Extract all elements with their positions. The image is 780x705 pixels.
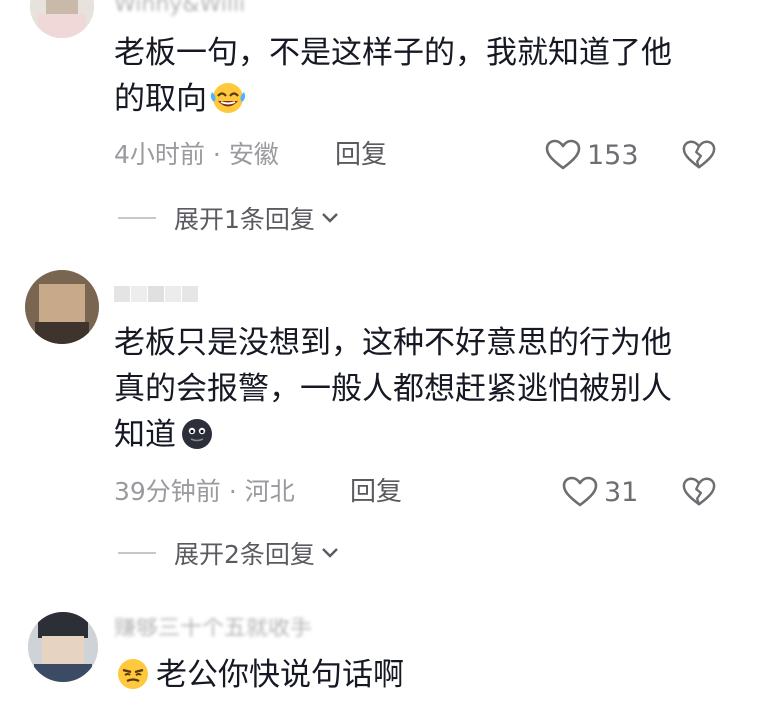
reply-button[interactable]: 回复 xyxy=(350,477,402,507)
heart-outline-icon xyxy=(545,139,581,170)
comment-line: 老板只是没想到，这种不好意思的行为他 xyxy=(114,325,672,361)
username[interactable] xyxy=(114,286,199,302)
reply-button[interactable]: 回复 xyxy=(335,140,387,170)
comment-time: 4小时前 xyxy=(114,140,205,169)
expand-replies-label: 展开2条回复 xyxy=(174,540,315,569)
like-count: 31 xyxy=(604,476,639,508)
comment-line: 的取向 xyxy=(114,76,714,122)
avatar[interactable] xyxy=(28,612,98,682)
like-button[interactable]: 31 xyxy=(562,475,638,509)
divider-line xyxy=(118,552,156,554)
comment-line: 老公你快说句话啊 xyxy=(114,652,714,698)
comment-line: 知道 xyxy=(114,412,714,458)
like-count: 153 xyxy=(587,139,639,171)
laughing-crying-emoji xyxy=(210,83,246,113)
username[interactable]: 赚够三十个五就收手 xyxy=(114,618,312,640)
comment-line: 真的会报警，一般人都想赶紧逃怕被别人 xyxy=(114,371,672,407)
heart-outline-icon xyxy=(562,476,598,507)
separator-dot: · xyxy=(212,140,221,169)
comment-meta: 39分钟前 · 河北 xyxy=(114,477,295,507)
chevron-down-icon xyxy=(322,548,338,558)
black-face-emoji xyxy=(182,419,212,449)
separator-dot: · xyxy=(228,477,237,506)
comment-text: 老板只是没想到，这种不好意思的行为他 真的会报警，一般人都想赶紧逃怕被别人 知道 xyxy=(114,320,714,458)
comment-line: 老板一句，不是这样子的，我就知道了他 xyxy=(114,35,672,71)
avatar[interactable] xyxy=(30,0,94,38)
comment-meta: 4小时前 · 安徽 xyxy=(114,140,279,170)
smirk-emoji xyxy=(118,659,148,689)
expand-replies-button[interactable]: 展开1条回复 xyxy=(118,203,339,234)
comment-time: 39分钟前 xyxy=(114,477,221,506)
comment-location: 河北 xyxy=(244,477,295,506)
expand-replies-button[interactable]: 展开2条回复 xyxy=(118,538,339,569)
broken-heart-icon[interactable] xyxy=(682,138,716,172)
comment-item: 赚够三十个五就收手 老公你快说句话啊 xyxy=(0,590,780,705)
comment-text: 老公你快说句话啊 xyxy=(114,652,714,698)
comment-item: 老板只是没想到，这种不好意思的行为他 真的会报警，一般人都想赶紧逃怕被别人 知道… xyxy=(0,260,780,580)
avatar[interactable] xyxy=(25,270,99,344)
expand-replies-label: 展开1条回复 xyxy=(174,205,315,234)
comment-item: Winny&Willi 老板一句，不是这样子的，我就知道了他 的取向 4小时前 ·… xyxy=(0,0,780,240)
comment-text: 老板一句，不是这样子的，我就知道了他 的取向 xyxy=(114,30,714,122)
comment-location: 安徽 xyxy=(228,140,279,169)
like-button[interactable]: 153 xyxy=(545,138,639,172)
divider-line xyxy=(118,217,156,219)
broken-heart-icon[interactable] xyxy=(682,475,716,509)
username[interactable]: Winny&Willi xyxy=(114,0,245,16)
chevron-down-icon xyxy=(322,213,338,223)
